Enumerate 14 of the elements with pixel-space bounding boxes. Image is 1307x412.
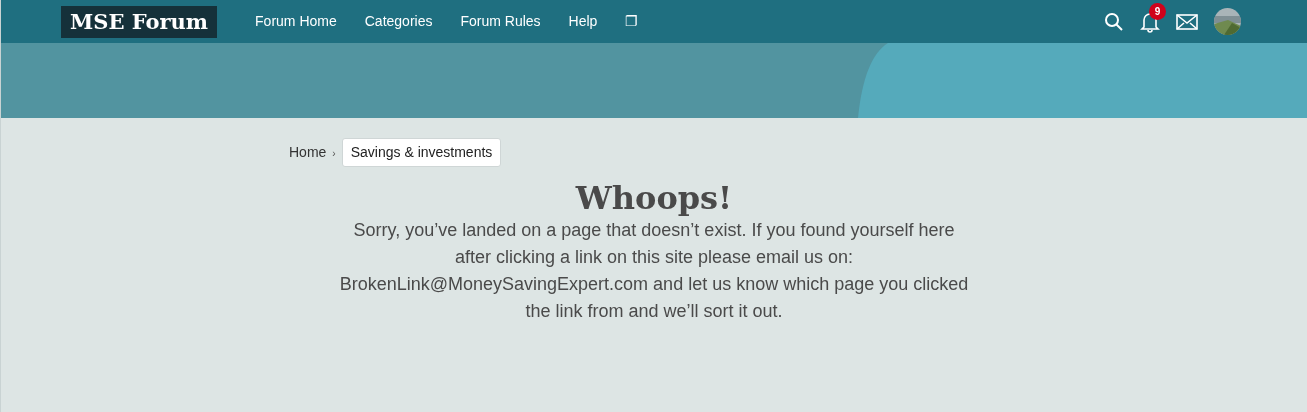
error-message: Sorry, you’ve landed on a page that doesn’t exist. If you found yourself here after clicking a link on this site please email us on: BrokenLink@MoneySavingExpert.com and let us know which page you clicked the link from and we’ll sort it out. [338,219,970,323]
nav-link[interactable]: Forum Home [255,11,337,32]
error-title: Whoops! [575,179,733,217]
nav-link[interactable]: Help [568,11,598,32]
mail-icon[interactable] [1176,13,1198,30]
breadcrumb-link[interactable]: Savings & investments [341,137,502,167]
nav-link[interactable]: Forum Rules [460,11,541,32]
forum-logo[interactable]: MSE Forum [61,5,218,38]
nav-link[interactable]: Categories [364,11,433,32]
breadcrumb-link[interactable]: Home [289,141,327,163]
nav-link[interactable]: ❐ [625,11,639,32]
notification-badge: 9 [1149,2,1166,20]
chevron-icon: › [332,146,336,161]
search-icon[interactable] [1104,11,1124,32]
